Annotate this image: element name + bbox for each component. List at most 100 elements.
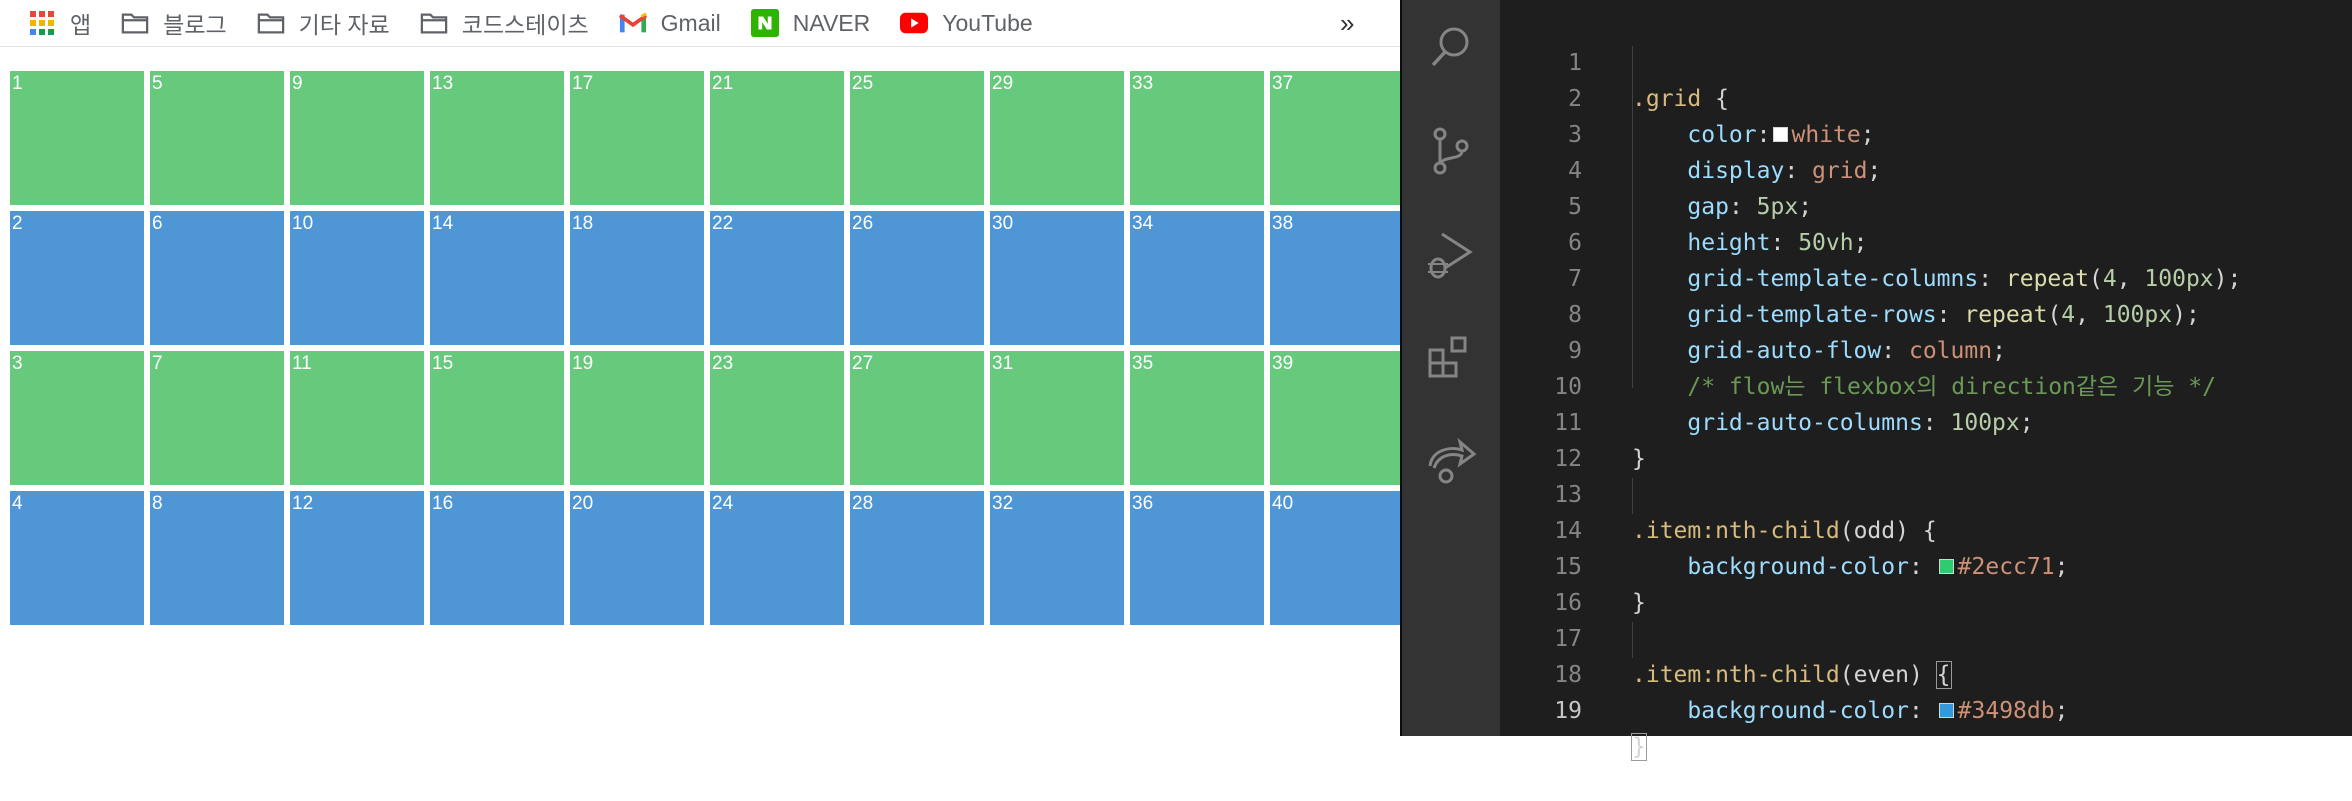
grid-item-label: 26 bbox=[852, 213, 874, 234]
browser-window: 앱 블로그 기타 자료 코드스테이츠 Gmail NAVER YouTube »… bbox=[0, 0, 1400, 736]
bookmark-label: 기타 자료 bbox=[298, 12, 390, 38]
grid-item: 3 bbox=[10, 351, 144, 485]
grid-item-label: 8 bbox=[152, 493, 163, 514]
grid-item: 19 bbox=[570, 351, 704, 485]
grid-item: 38 bbox=[1270, 211, 1400, 345]
grid-item-label: 16 bbox=[432, 493, 454, 514]
grid-item-label: 28 bbox=[852, 493, 874, 514]
grid-item: 34 bbox=[1130, 211, 1264, 345]
code-line: 13 .item:nth-child(odd) { bbox=[1500, 441, 2352, 544]
grid-item: 39 bbox=[1270, 351, 1400, 485]
youtube-icon bbox=[900, 9, 929, 37]
grid-item-label: 34 bbox=[1132, 213, 1154, 234]
bookmark-folder-misc[interactable]: 기타 자료 bbox=[257, 0, 390, 46]
search-icon[interactable] bbox=[1424, 20, 1478, 74]
grid-item-label: 33 bbox=[1132, 73, 1154, 94]
grid-item-label: 30 bbox=[992, 213, 1014, 234]
grid-item-label: 11 bbox=[292, 353, 312, 374]
grid-item: 11 bbox=[290, 351, 424, 485]
grid-item-label: 32 bbox=[992, 493, 1014, 514]
grid-item-label: 17 bbox=[572, 73, 594, 94]
apps-grid-icon bbox=[28, 9, 56, 37]
grid-item: 31 bbox=[990, 351, 1124, 485]
grid-container: 1 2 3 4 5 6 7 8 9 10 11 12 13 14 15 16 17 18 19 20 21 22 23 24 2… bbox=[10, 71, 1400, 625]
bookmarks-bar: 앱 블로그 기타 자료 코드스테이츠 Gmail NAVER YouTube » bbox=[0, 0, 1400, 47]
bookmark-gmail[interactable]: Gmail bbox=[618, 0, 721, 46]
code-line: 1 .grid { bbox=[1500, 9, 2352, 112]
grid-item: 27 bbox=[850, 351, 984, 485]
bookmark-label: 블로그 bbox=[163, 12, 227, 38]
grid-item-label: 25 bbox=[852, 73, 874, 94]
grid-item: 22 bbox=[710, 211, 844, 345]
bookmark-label: 코드스테이츠 bbox=[461, 12, 589, 38]
grid-item-label: 3 bbox=[12, 353, 23, 374]
css-property: background-color bbox=[1687, 698, 1909, 724]
bookmark-naver[interactable]: NAVER bbox=[750, 0, 871, 46]
grid-item-label: 40 bbox=[1272, 493, 1294, 514]
grid-item-label: 4 bbox=[12, 493, 23, 514]
grid-item: 37 bbox=[1270, 71, 1400, 205]
grid-item-label: 9 bbox=[292, 73, 303, 94]
code-line: 14 background-color: #2ecc71; bbox=[1500, 477, 2352, 580]
live-share-icon[interactable] bbox=[1424, 436, 1478, 490]
grid-item: 5 bbox=[150, 71, 284, 205]
code-line: 5 height: 50vh; bbox=[1500, 153, 2352, 256]
code-line: 8 grid-auto-flow: column; bbox=[1500, 261, 2352, 364]
grid-item: 30 bbox=[990, 211, 1124, 345]
grid-item-label: 37 bbox=[1272, 73, 1294, 94]
grid-item-label: 14 bbox=[432, 213, 454, 234]
bookmark-label: NAVER bbox=[792, 9, 871, 36]
grid-item: 24 bbox=[710, 491, 844, 625]
grid-item-label: 2 bbox=[12, 213, 23, 234]
grid-item-label: 21 bbox=[712, 73, 734, 94]
matched-brace: } bbox=[1631, 733, 1647, 761]
code-line: 19 } bbox=[1500, 657, 2352, 761]
grid-item: 20 bbox=[570, 491, 704, 625]
code-text-area[interactable]: 1 .grid { 2 color: white; 3 display: grid… bbox=[1500, 0, 2352, 761]
grid-item-label: 20 bbox=[572, 493, 594, 514]
grid-item-label: 1 bbox=[12, 73, 23, 94]
grid-item-label: 27 bbox=[852, 353, 874, 374]
grid-item: 40 bbox=[1270, 491, 1400, 625]
line-number: 19 bbox=[1554, 698, 1582, 724]
bookmark-label: Gmail bbox=[660, 9, 721, 36]
grid-item: 1 bbox=[10, 71, 144, 205]
activity-bar bbox=[1402, 0, 1500, 736]
grid-item: 36 bbox=[1130, 491, 1264, 625]
grid-item-label: 39 bbox=[1272, 353, 1294, 374]
grid-item: 4 bbox=[10, 491, 144, 625]
grid-item: 33 bbox=[1130, 71, 1264, 205]
bookmark-youtube[interactable]: YouTube bbox=[900, 0, 1033, 46]
run-debug-icon[interactable] bbox=[1424, 228, 1478, 282]
grid-item: 6 bbox=[150, 211, 284, 345]
grid-item: 18 bbox=[570, 211, 704, 345]
grid-item: 17 bbox=[570, 71, 704, 205]
color-swatch[interactable] bbox=[1938, 702, 1954, 718]
grid-item: 15 bbox=[430, 351, 564, 485]
grid-item: 28 bbox=[850, 491, 984, 625]
grid-item-label: 12 bbox=[292, 493, 314, 514]
more-bookmarks-button[interactable]: » bbox=[1340, 0, 1354, 46]
extensions-icon[interactable] bbox=[1424, 332, 1478, 386]
bookmark-folder-codestates[interactable]: 코드스테이츠 bbox=[420, 0, 589, 46]
bookmark-apps[interactable]: 앱 bbox=[28, 0, 91, 46]
grid-item-label: 38 bbox=[1272, 213, 1294, 234]
grid-item: 23 bbox=[710, 351, 844, 485]
code-line: 18 background-color: #3498db; bbox=[1500, 621, 2352, 724]
bookmark-label: YouTube bbox=[942, 9, 1033, 36]
grid-item: 25 bbox=[850, 71, 984, 205]
grid-item: 13 bbox=[430, 71, 564, 205]
grid-item-label: 5 bbox=[152, 73, 163, 94]
source-control-icon[interactable] bbox=[1424, 124, 1478, 178]
grid-item: 14 bbox=[430, 211, 564, 345]
bookmark-folder-blog[interactable]: 블로그 bbox=[121, 0, 227, 46]
grid-item: 2 bbox=[10, 211, 144, 345]
grid-item: 10 bbox=[290, 211, 424, 345]
grid-item: 26 bbox=[850, 211, 984, 345]
grid-item-label: 31 bbox=[992, 353, 1014, 374]
code-line: 17 .item:nth-child(even) { bbox=[1500, 585, 2352, 689]
naver-icon bbox=[750, 9, 779, 37]
code-editor: 1 .grid { 2 color: white; 3 display: grid… bbox=[1400, 0, 2352, 761]
grid-item-label: 36 bbox=[1132, 493, 1154, 514]
code-line: 7 grid-template-rows: repeat(4, 100px); bbox=[1500, 225, 2352, 328]
